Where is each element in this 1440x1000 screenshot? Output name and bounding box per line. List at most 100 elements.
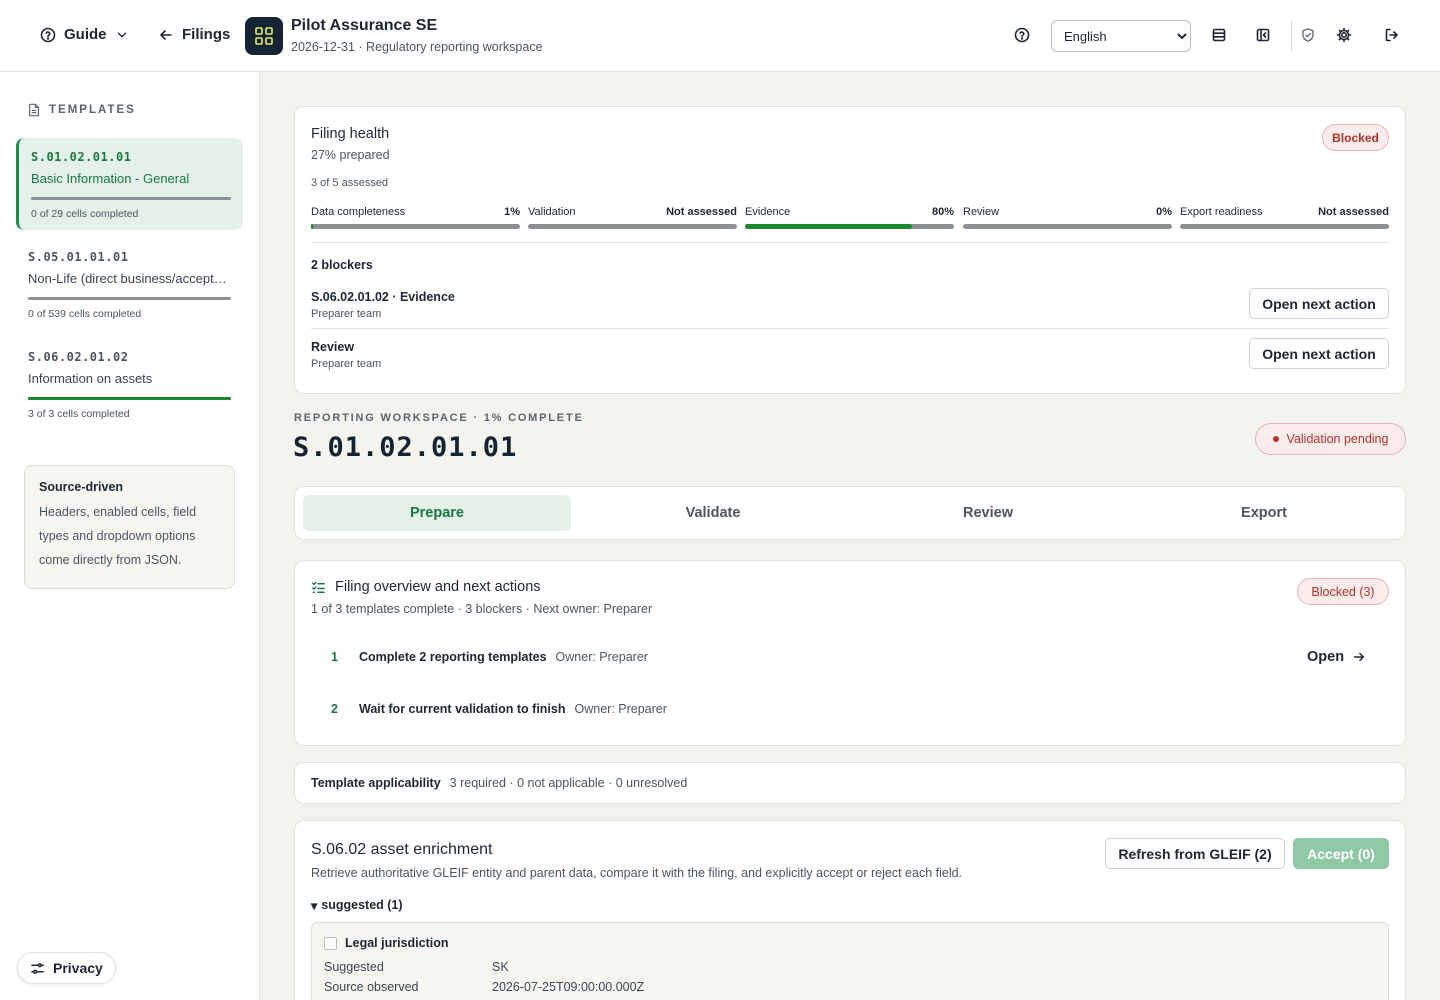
top-bar: Guide Filings Pilot Assurance SE 2026-12… bbox=[0, 0, 1440, 72]
template-item[interactable]: S.05.01.01.01 Non-Life (direct business/… bbox=[16, 238, 243, 330]
tab-export[interactable]: Export bbox=[1130, 495, 1398, 531]
table-icon bbox=[1211, 27, 1227, 43]
step-number: 2 bbox=[331, 702, 338, 716]
suggested-field-card: Legal jurisdiction Suggested SK Source o… bbox=[311, 922, 1389, 1000]
progress-fill bbox=[745, 224, 913, 229]
list-checks-icon bbox=[311, 580, 326, 595]
template-name: Basic Information - General bbox=[31, 171, 190, 186]
step-number: 1 bbox=[331, 650, 338, 664]
step-title: Complete 2 reporting templates bbox=[359, 650, 547, 664]
blocker-team: Preparer team bbox=[311, 358, 382, 370]
page-title: S.01.02.01.01 bbox=[293, 432, 518, 463]
gear-icon bbox=[1336, 27, 1352, 43]
privacy-button[interactable]: Privacy bbox=[17, 952, 116, 984]
template-cell-count: 0 of 539 cells completed bbox=[28, 308, 142, 320]
tab-prepare[interactable]: Prepare bbox=[303, 495, 571, 531]
security-button[interactable] bbox=[1300, 27, 1316, 43]
metric-label: Data completeness bbox=[311, 206, 406, 218]
overview-title: Filing overview and next actions bbox=[335, 579, 541, 595]
help-button[interactable] bbox=[1014, 27, 1030, 43]
help-icon bbox=[1014, 27, 1030, 43]
table-view-button[interactable] bbox=[1211, 27, 1227, 43]
sidebar-toggle-button[interactable] bbox=[1255, 27, 1271, 43]
blocker-row: S.06.02.01.02 · Evidence Preparer team O… bbox=[311, 288, 1389, 332]
field-detail-key: Source observed bbox=[324, 980, 419, 994]
template-name: Non-Life (direct business/accepted propo… bbox=[28, 271, 231, 286]
sliders-icon bbox=[30, 961, 45, 976]
chevron-down-icon bbox=[115, 28, 129, 42]
template-progress-bar bbox=[28, 397, 231, 400]
field-title: Legal jurisdiction bbox=[345, 936, 449, 950]
field-select-checkbox[interactable] bbox=[324, 937, 337, 950]
field-detail-row: Source observed 2026-07-25T09:00:00.000Z bbox=[324, 980, 644, 994]
suggested-label: suggested (1) bbox=[321, 898, 403, 912]
app-logo-icon bbox=[245, 17, 283, 55]
validation-status-badge: Validation pending bbox=[1255, 423, 1406, 455]
tab-validate[interactable]: Validate bbox=[579, 495, 847, 531]
topbar-divider bbox=[1291, 21, 1292, 51]
accept-button[interactable]: Accept (0) bbox=[1293, 838, 1389, 869]
settings-button[interactable] bbox=[1336, 27, 1352, 43]
step-title: Wait for current validation to finish bbox=[359, 702, 566, 716]
template-code: S.05.01.01.01 bbox=[28, 250, 129, 264]
logout-button[interactable] bbox=[1384, 27, 1400, 43]
sidebar-toggle-icon bbox=[1255, 27, 1271, 43]
metric-export-readiness: Export readiness Not assessed bbox=[1180, 206, 1389, 229]
workspace-label: REPORTING WORKSPACE · 1% COMPLETE bbox=[294, 412, 584, 424]
refresh-from-gleif-button[interactable]: Refresh from GLEIF (2) bbox=[1105, 838, 1285, 869]
template-progress-bar bbox=[31, 197, 231, 200]
language-select[interactable]: English bbox=[1051, 20, 1191, 52]
source-driven-note: Source-driven Headers, enabled cells, fi… bbox=[24, 465, 235, 589]
status-dot-icon bbox=[1272, 436, 1279, 442]
enrichment-title: S.06.02 asset enrichment bbox=[311, 841, 493, 858]
company-subtitle: 2026-12-31 · Regulatory reporting worksp… bbox=[291, 40, 543, 54]
metric-validation: Validation Not assessed bbox=[528, 206, 737, 229]
template-code: S.01.02.01.01 bbox=[31, 150, 132, 164]
tab-review[interactable]: Review bbox=[854, 495, 1122, 531]
blockers-title: 2 blockers bbox=[311, 258, 373, 272]
step-owner: Owner: Preparer bbox=[574, 702, 667, 716]
arrow-left-icon bbox=[158, 27, 174, 43]
template-cell-count: 0 of 29 cells completed bbox=[31, 208, 139, 220]
status-badge: Blocked bbox=[1322, 124, 1389, 151]
metric-value: 0% bbox=[1156, 206, 1172, 218]
file-spreadsheet-icon bbox=[27, 103, 41, 117]
field-detail-value: SK bbox=[492, 960, 509, 974]
template-code: S.06.02.01.02 bbox=[28, 350, 129, 364]
field-detail-row: Suggested SK bbox=[324, 960, 509, 974]
progress-fill bbox=[28, 397, 231, 400]
logout-icon bbox=[1384, 27, 1400, 43]
guide-menu-button[interactable]: Guide bbox=[40, 26, 129, 43]
triangle-down-icon: ▾ bbox=[311, 899, 318, 913]
blocked-count-badge: Blocked (3) bbox=[1297, 578, 1389, 605]
open-next-action-button[interactable]: Open next action bbox=[1249, 338, 1389, 369]
open-next-action-button[interactable]: Open next action bbox=[1249, 288, 1389, 319]
metric-progress-bar bbox=[1180, 224, 1389, 229]
assessed-count: 3 of 5 assessed bbox=[311, 177, 389, 189]
template-item[interactable]: S.01.02.01.01 Basic Information - Genera… bbox=[16, 138, 243, 230]
source-note-text: Headers, enabled cells, field types and … bbox=[39, 505, 197, 567]
templates-sidebar: TEMPLATES S.01.02.01.01 Basic Informatio… bbox=[0, 72, 260, 1000]
divider bbox=[311, 328, 1389, 329]
templates-heading: TEMPLATES bbox=[27, 103, 136, 117]
shield-icon bbox=[1300, 27, 1316, 43]
template-cell-count: 3 of 3 cells completed bbox=[28, 408, 130, 420]
metric-evidence: Evidence 80% bbox=[745, 206, 954, 229]
field-detail-key: Suggested bbox=[324, 960, 384, 974]
blocker-team: Preparer team bbox=[311, 308, 382, 320]
blocker-name: S.06.02.01.02 · Evidence bbox=[311, 290, 455, 304]
open-step-button[interactable]: Open bbox=[1307, 649, 1366, 665]
field-detail-value: 2026-07-25T09:00:00.000Z bbox=[492, 980, 645, 994]
validation-status-label: Validation pending bbox=[1286, 432, 1389, 446]
template-applicability-bar: Template applicability 3 required · 0 no… bbox=[294, 762, 1406, 804]
metric-value: Not assessed bbox=[1318, 206, 1389, 218]
back-to-filings-link[interactable]: Filings bbox=[158, 26, 230, 43]
open-label: Open bbox=[1307, 649, 1345, 665]
template-item[interactable]: S.06.02.01.02 Information on assets 3 of… bbox=[16, 338, 243, 430]
asset-enrichment-card: S.06.02 asset enrichment Retrieve author… bbox=[294, 820, 1406, 1000]
suggested-section-toggle[interactable]: ▾ suggested (1) bbox=[311, 898, 403, 913]
filings-label: Filings bbox=[182, 26, 231, 43]
next-action-step: 1 Complete 2 reporting templates Owner: … bbox=[331, 650, 648, 664]
step-owner: Owner: Preparer bbox=[555, 650, 648, 664]
arrow-right-icon bbox=[1352, 650, 1366, 664]
